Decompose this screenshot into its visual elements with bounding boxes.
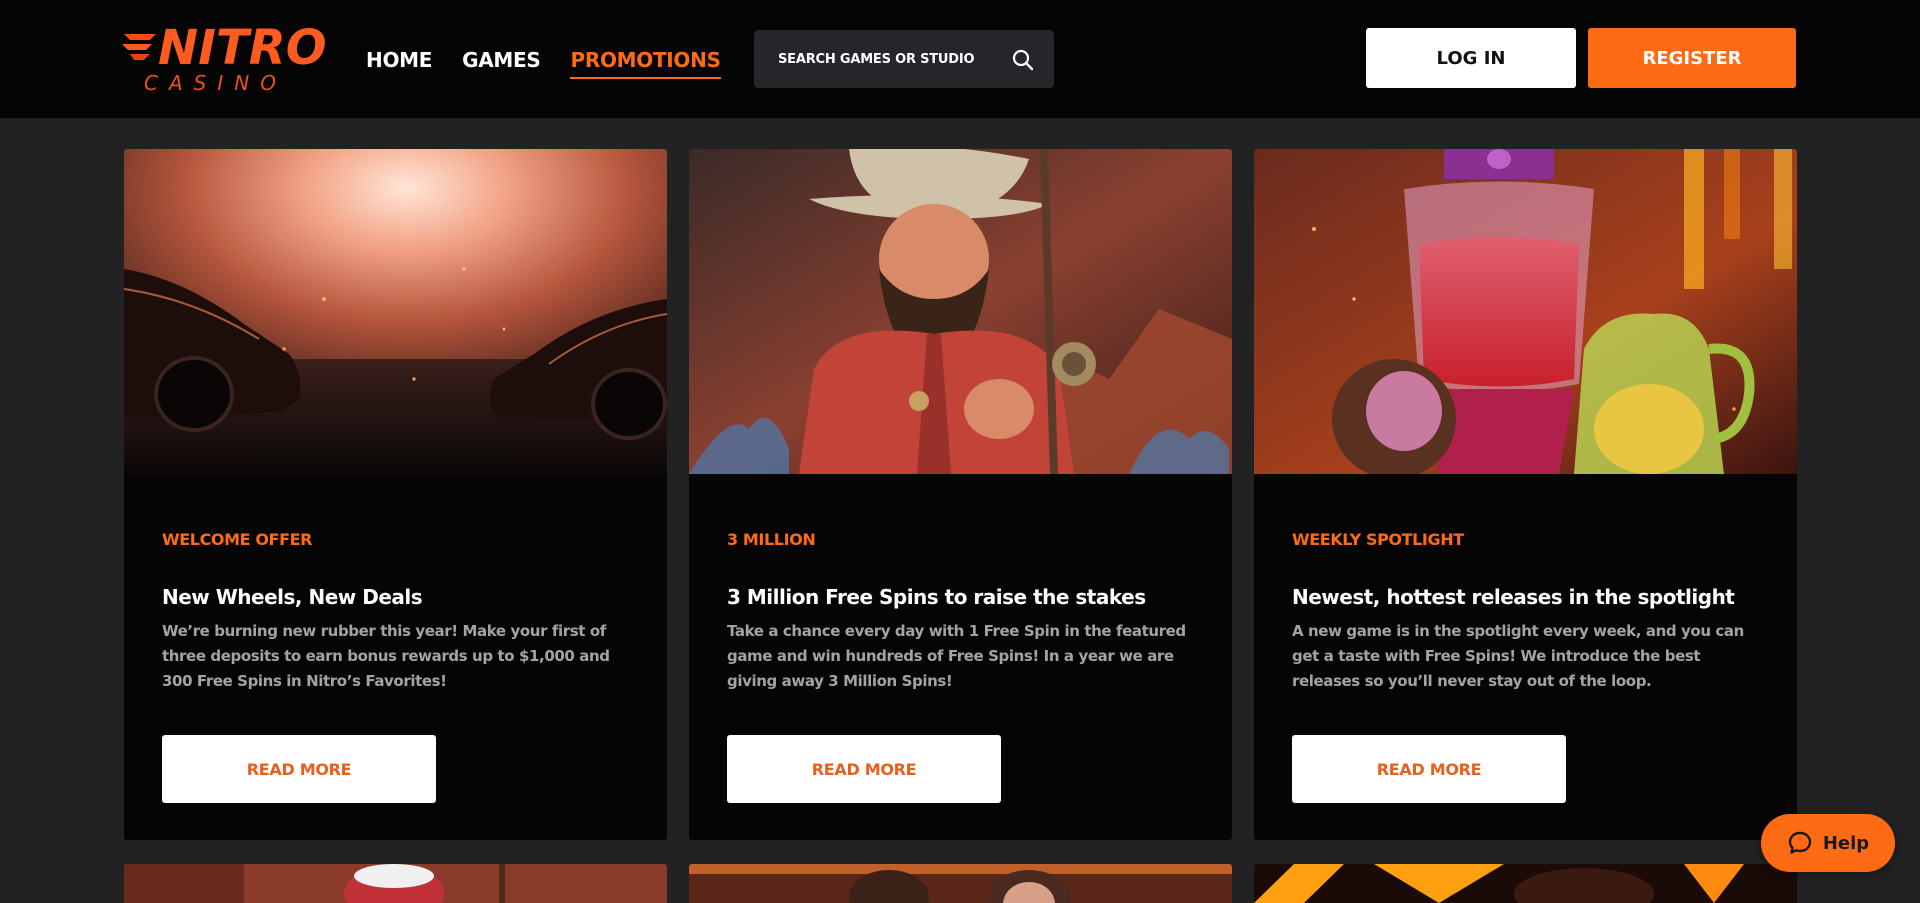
- search-input[interactable]: [776, 30, 1006, 88]
- site-header: NITRO CASINO HOME GAMES PROMOTIONS LOG I…: [0, 0, 1920, 118]
- login-button[interactable]: LOG IN: [1366, 28, 1576, 88]
- logo-subtitle: CASINO: [144, 71, 287, 95]
- promo-description: We’re burning new rubber this year! Make…: [162, 622, 610, 690]
- search-bar: [754, 30, 1054, 88]
- promo-card-peek[interactable]: [124, 864, 667, 903]
- promo-card-peek[interactable]: [689, 864, 1232, 903]
- promo-image-blender[interactable]: [1254, 149, 1797, 474]
- promo-description: Take a chance every day with 1 Free Spin…: [727, 622, 1186, 690]
- nav-promotions[interactable]: PROMOTIONS: [570, 46, 721, 79]
- chat-bubble-icon: [1788, 831, 1812, 854]
- nav-home[interactable]: HOME: [366, 46, 432, 79]
- nitro-casino-logo[interactable]: NITRO CASINO: [122, 22, 327, 96]
- read-more-button[interactable]: READ MORE: [162, 735, 436, 803]
- nav-games[interactable]: GAMES: [462, 46, 541, 79]
- read-more-button[interactable]: READ MORE: [1292, 735, 1566, 803]
- promo-category: 3 MILLION: [727, 530, 816, 549]
- main-nav: HOME GAMES PROMOTIONS: [366, 46, 721, 79]
- promo-image-fisherman[interactable]: [689, 149, 1232, 474]
- read-more-button[interactable]: READ MORE: [727, 735, 1001, 803]
- promo-description: A new game is in the spotlight every wee…: [1292, 622, 1744, 690]
- logo-brand: NITRO: [158, 20, 327, 76]
- promo-card-3-million: 3 MILLION 3 Million Free Spins to raise …: [689, 149, 1232, 840]
- register-button[interactable]: REGISTER: [1588, 28, 1796, 88]
- search-icon[interactable]: [1012, 49, 1034, 71]
- promo-category: WEEKLY SPOTLIGHT: [1292, 530, 1464, 549]
- help-label: Help: [1822, 832, 1870, 854]
- promo-image-cars[interactable]: [124, 149, 667, 474]
- promo-card-peek[interactable]: [1254, 864, 1797, 903]
- help-button[interactable]: Help: [1761, 814, 1895, 872]
- promo-title: Newest, hottest releases in the spotligh…: [1292, 585, 1735, 609]
- promo-title: 3 Million Free Spins to raise the stakes: [727, 585, 1146, 609]
- promo-title: New Wheels, New Deals: [162, 585, 423, 609]
- promo-card-weekly-spotlight: WEEKLY SPOTLIGHT Newest, hottest release…: [1254, 149, 1797, 840]
- promo-card-welcome: WELCOME OFFER New Wheels, New Deals We’r…: [124, 149, 667, 840]
- promo-category: WELCOME OFFER: [162, 530, 313, 549]
